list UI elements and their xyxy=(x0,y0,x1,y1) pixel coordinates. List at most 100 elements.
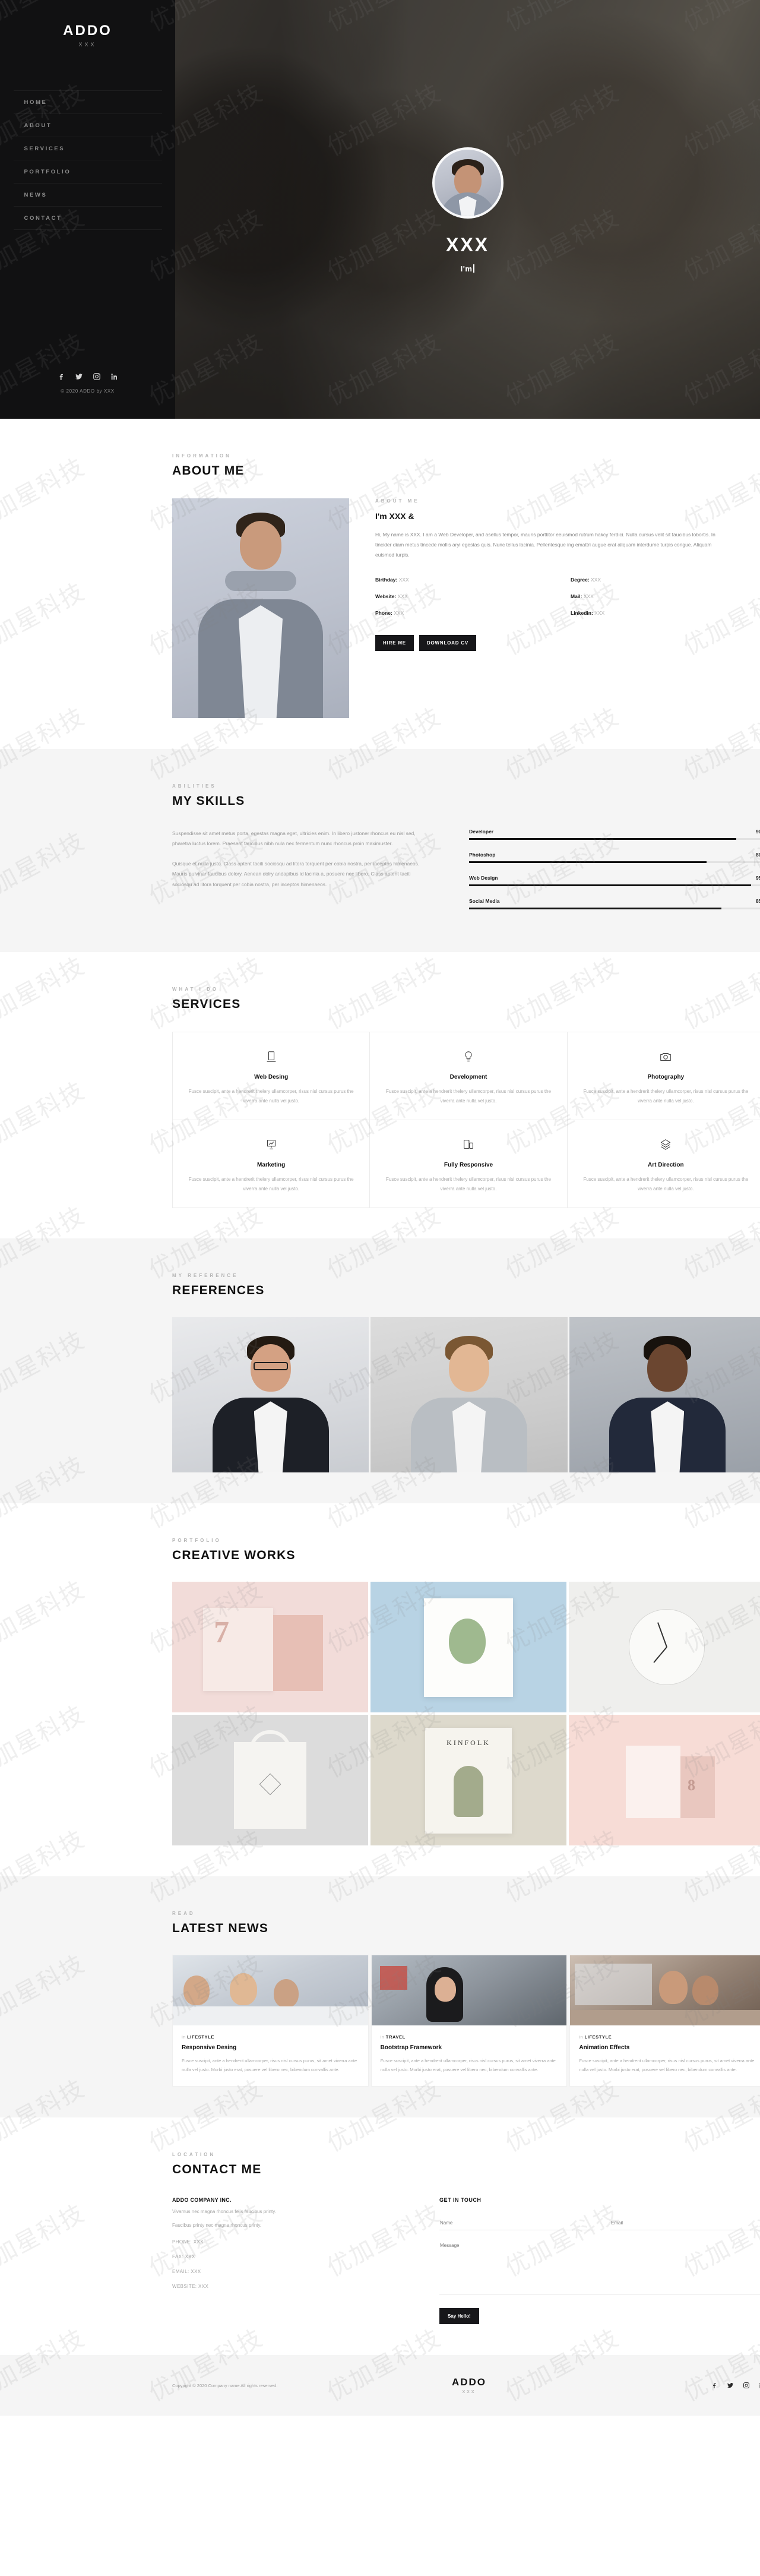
contact-address-line-1: Vivamus nec magna rhoncus felis faucibus… xyxy=(172,2209,276,2215)
news-thumbnail xyxy=(570,1955,760,2026)
hire-me-button[interactable]: HIRE ME xyxy=(375,635,414,651)
footer-logo-title: ADDO xyxy=(451,2376,487,2388)
news-card-animation-effects[interactable]: in LIFESTYLE Animation Effects Fusce sus… xyxy=(569,1955,760,2087)
skill-photoshop-fill xyxy=(469,861,707,863)
service-desc: Fusce suscipit, ante a hendrerit thelery… xyxy=(583,1177,749,1191)
portfolio-item-tote-bag[interactable] xyxy=(172,1715,368,1846)
service-card-development[interactable]: Development Fusce suscipit, ante a hendr… xyxy=(369,1032,568,1121)
logo-title: ADDO xyxy=(63,23,112,39)
lightbulb-icon xyxy=(385,1048,551,1066)
meta-linkedin-label: Linkedin: xyxy=(571,610,593,616)
portfolio-section: PORTFOLIO CREATIVE WORKS 7 KINFOLK 8 xyxy=(0,1503,760,1876)
sidebar-item-portfolio[interactable]: PORTFOLIO xyxy=(13,160,162,184)
about-paragraph: Hi, My name is XXX. I am a Web Developer… xyxy=(375,532,715,558)
reference-portrait-2[interactable] xyxy=(370,1317,568,1473)
skill-developer-fill xyxy=(469,838,736,840)
glasses-icon xyxy=(253,1362,288,1371)
hero-typed-prefix: I'm xyxy=(460,264,473,273)
hero-section: XXX I'm xyxy=(175,0,760,419)
sidebar-item-services[interactable]: SERVICES xyxy=(13,137,162,160)
portfolio-item-label: 7 xyxy=(214,1616,229,1650)
message-textarea[interactable] xyxy=(439,2240,760,2295)
meta-phone: Phone: XXX xyxy=(375,610,571,616)
services-title: SERVICES xyxy=(172,997,241,1011)
skill-photoshop-value: 80% xyxy=(755,852,760,858)
sidebar-copyright: © 2020 ADDO by XXX xyxy=(61,388,115,394)
email-input[interactable] xyxy=(610,2217,760,2231)
contact-form: GET IN TOUCH Say Hello! xyxy=(439,2197,760,2325)
about-section: INFORMATION ABOUT ME ABOUT ME I'm XXX & … xyxy=(0,419,760,749)
news-category-prefix: in xyxy=(579,2034,583,2040)
skill-web-design-value: 95% xyxy=(755,875,760,881)
about-portrait xyxy=(172,498,349,718)
portfolio-item-wall-clock[interactable] xyxy=(569,1582,760,1713)
service-card-fully-responsive[interactable]: Fully Responsive Fusce suscipit, ante a … xyxy=(369,1120,568,1209)
news-card-responsive-desing[interactable]: in LIFESTYLE Responsive Desing Fusce sus… xyxy=(172,1955,369,2087)
facebook-icon[interactable] xyxy=(57,372,65,381)
service-desc: Fusce suscipit, ante a hendrerit thelery… xyxy=(583,1089,749,1104)
about-kicker: ABOUT ME xyxy=(375,498,420,504)
skill-social-media-value: 85% xyxy=(755,898,760,904)
portfolio-item-paper-bag-branding[interactable]: 8 xyxy=(569,1715,760,1846)
meta-phone-value: XXX xyxy=(394,610,404,616)
contact-section: LOCATION CONTACT ME ADDO COMPANY INC. Vi… xyxy=(0,2117,760,2355)
news-card-title: Bootstrap Framework xyxy=(380,2044,442,2052)
sidebar-item-news[interactable]: NEWS xyxy=(13,184,162,207)
skill-developer-value: 90% xyxy=(755,829,760,835)
reference-portrait-3[interactable] xyxy=(569,1317,760,1473)
say-hello-button[interactable]: Say Hello! xyxy=(439,2308,479,2325)
meta-mail: Mail: XXX xyxy=(571,593,760,599)
about-title: ABOUT ME xyxy=(172,464,245,478)
contact-title: CONTACT ME xyxy=(172,2163,262,2177)
layers-icon xyxy=(583,1136,749,1153)
news-title: LATEST NEWS xyxy=(172,1921,269,1936)
meta-website: Website: XXX xyxy=(375,593,571,599)
news-category-label: LIFESTYLE xyxy=(187,2034,214,2040)
presentation-chart-icon xyxy=(188,1136,354,1153)
instagram-icon[interactable] xyxy=(743,2382,750,2389)
download-cv-button[interactable]: DOWNLOAD CV xyxy=(419,635,477,651)
facebook-icon[interactable] xyxy=(711,2382,718,2389)
service-card-web-desing[interactable]: Web Desing Fusce suscipit, ante a hendre… xyxy=(172,1032,370,1121)
news-category: in LIFESTYLE xyxy=(182,2034,359,2040)
footer-logo[interactable]: ADDO XXX xyxy=(410,2376,528,2394)
news-section: READ LATEST NEWS in LIFESTYLE Responsive… xyxy=(0,1876,760,2118)
news-category: in LIFESTYLE xyxy=(579,2034,756,2040)
service-desc: Fusce suscipit, ante a hendrerit thelery… xyxy=(188,1089,354,1104)
service-title: Fully Responsive xyxy=(444,1162,493,1169)
sidebar-item-about[interactable]: ABOUT xyxy=(13,114,162,137)
news-category-label: TRAVEL xyxy=(385,2034,406,2040)
service-title: Development xyxy=(449,1074,487,1080)
portfolio-item-botanical-print[interactable] xyxy=(370,1582,566,1713)
sidebar-item-home[interactable]: HOME xyxy=(13,90,162,114)
twitter-icon[interactable] xyxy=(75,372,83,381)
contact-form-heading: GET IN TOUCH xyxy=(439,2197,482,2204)
laptop-icon xyxy=(188,1048,354,1066)
news-card-desc: Fusce suscipit, ante a hendrerit ullamco… xyxy=(380,2058,556,2073)
sidebar-item-contact[interactable]: CONTACT xyxy=(13,207,162,230)
instagram-icon[interactable] xyxy=(93,372,101,381)
service-card-marketing[interactable]: Marketing Fusce suscipit, ante a hendrer… xyxy=(172,1120,370,1209)
page-root: ADDO XXX HOME ABOUT SERVICES PORTFOLIO N… xyxy=(0,0,760,2416)
portfolio-item-notebook-seven[interactable]: 7 xyxy=(172,1582,368,1713)
linkedin-icon[interactable] xyxy=(110,372,119,381)
typing-caret xyxy=(473,264,475,273)
references-eyebrow: MY REFERENCE xyxy=(172,1273,239,1279)
skills-eyebrow: ABILITIES xyxy=(172,783,217,789)
service-card-art-direction[interactable]: Art Direction Fusce suscipit, ante a hen… xyxy=(566,1120,760,1209)
twitter-icon[interactable] xyxy=(727,2382,734,2389)
meta-degree: Degree: XXX xyxy=(571,577,760,583)
news-card-bootstrap-framework[interactable]: in TRAVEL Bootstrap Framework Fusce susc… xyxy=(370,1955,568,2087)
portfolio-item-kinfolk-magazine[interactable]: KINFOLK xyxy=(370,1715,566,1846)
news-category-prefix: in xyxy=(380,2034,385,2040)
service-card-photography[interactable]: Photography Fusce suscipit, ante a hendr… xyxy=(566,1032,760,1121)
meta-phone-label: Phone: xyxy=(375,610,392,616)
sidebar-logo[interactable]: ADDO XXX xyxy=(63,23,112,48)
sidebar-social-links xyxy=(0,372,175,381)
news-card-title: Responsive Desing xyxy=(182,2044,237,2052)
meta-mail-value: XXX xyxy=(583,593,594,599)
reference-portrait-1[interactable] xyxy=(172,1317,369,1473)
meta-linkedin-value: XXX xyxy=(594,610,605,616)
name-input[interactable] xyxy=(439,2217,595,2231)
portfolio-title: CREATIVE WORKS xyxy=(172,1548,296,1563)
